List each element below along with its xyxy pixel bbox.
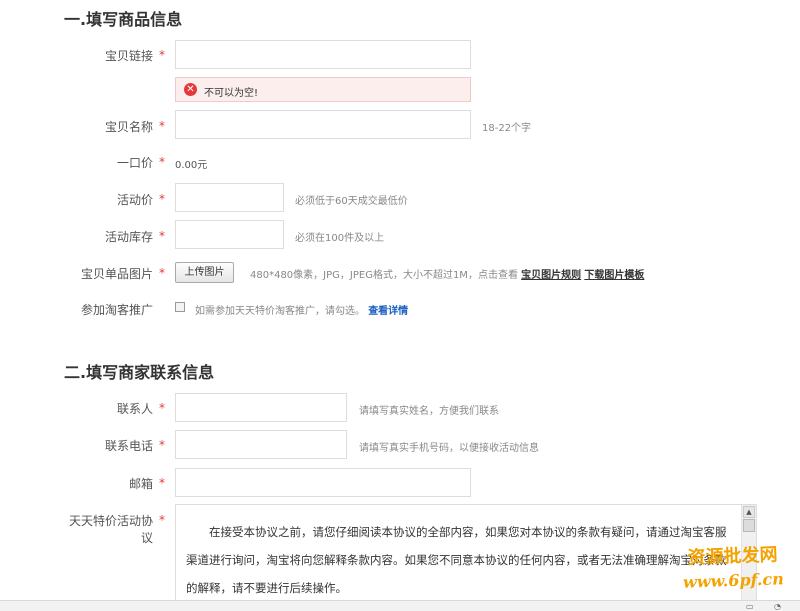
image-hint-text: 480*480像素，JPG，JPEG格式，大小不超过1M，点击查看 bbox=[250, 270, 518, 281]
required-mark: * bbox=[159, 155, 165, 169]
price-value: 0.00元 bbox=[175, 160, 208, 171]
name-label: 宝贝名称 bbox=[104, 120, 153, 134]
required-mark: * bbox=[159, 119, 165, 133]
watermark-logo: 资源批发网 www.6pf.cn bbox=[667, 543, 799, 596]
agreement-text: 在接受本协议之前，请您仔细阅读本协议的全部内容，如果您对本协议的条款有疑问，请通… bbox=[186, 525, 727, 595]
activity-price-label: 活动价 bbox=[116, 193, 153, 207]
required-mark: * bbox=[159, 192, 165, 206]
promo-details-link[interactable]: 查看详情 bbox=[368, 306, 408, 317]
required-mark: * bbox=[159, 229, 165, 243]
section-title-product-info: 一.填写商品信息 bbox=[64, 10, 183, 29]
required-mark: * bbox=[159, 476, 165, 490]
close-circle-icon: ✕ bbox=[184, 83, 197, 96]
item-name-input[interactable] bbox=[175, 110, 471, 139]
phone-label: 联系电话 bbox=[104, 439, 153, 453]
email-label: 邮箱 bbox=[128, 477, 153, 491]
agreement-label: 天天特价活动协议 bbox=[68, 514, 153, 545]
contact-name-input[interactable] bbox=[175, 393, 347, 422]
promo-hint: 如需参加天天特价淘客推广，请勾选。 查看详情 bbox=[195, 302, 408, 317]
image-label: 宝贝单品图片 bbox=[80, 267, 153, 281]
scroll-thumb[interactable] bbox=[743, 519, 755, 532]
link-label: 宝贝链接 bbox=[104, 49, 153, 63]
error-message: ✕ 不可以为空! bbox=[175, 77, 471, 102]
promo-checkbox[interactable] bbox=[175, 302, 185, 312]
stock-input[interactable] bbox=[175, 220, 284, 249]
required-mark: * bbox=[159, 513, 165, 527]
image-rule-link[interactable]: 宝贝图片规则 bbox=[521, 270, 581, 281]
status-bar: ▭ ◔ bbox=[0, 600, 800, 611]
required-mark: * bbox=[159, 401, 165, 415]
contact-label: 联系人 bbox=[116, 402, 153, 416]
upload-image-button[interactable]: 上传图片 bbox=[175, 262, 234, 283]
phone-input[interactable] bbox=[175, 430, 347, 459]
item-link-input[interactable] bbox=[175, 40, 471, 69]
phone-hint: 请填写真实手机号码，以便接收活动信息 bbox=[359, 443, 539, 454]
section-title-contact-info: 二.填写商家联系信息 bbox=[64, 363, 215, 382]
required-mark: * bbox=[159, 266, 165, 280]
email-input[interactable] bbox=[175, 468, 471, 497]
activity-price-input[interactable] bbox=[175, 183, 284, 212]
image-hint: 480*480像素，JPG，JPEG格式，大小不超过1M，点击查看 宝贝图片规则… bbox=[250, 266, 644, 281]
image-template-link[interactable]: 下载图片模板 bbox=[584, 270, 644, 281]
required-mark: * bbox=[159, 48, 165, 62]
promo-label: 参加淘客推广 bbox=[80, 303, 153, 317]
scroll-up-arrow-icon[interactable]: ▲ bbox=[743, 506, 755, 518]
watermark-line2: www.6pf.cn bbox=[682, 569, 785, 592]
error-text: 不可以为空! bbox=[204, 88, 259, 99]
activity-price-hint: 必须低于60天成交最低价 bbox=[295, 196, 408, 207]
name-hint: 18-22个字 bbox=[482, 123, 532, 134]
promo-hint-text: 如需参加天天特价淘客推广，请勾选。 bbox=[195, 306, 365, 317]
price-label: 一口价 bbox=[116, 156, 153, 170]
required-mark: * bbox=[159, 438, 165, 452]
stock-hint: 必须在100件及以上 bbox=[295, 233, 385, 244]
contact-hint: 请填写真实姓名，方便我们联系 bbox=[359, 406, 499, 417]
stock-label: 活动库存 bbox=[104, 230, 153, 244]
